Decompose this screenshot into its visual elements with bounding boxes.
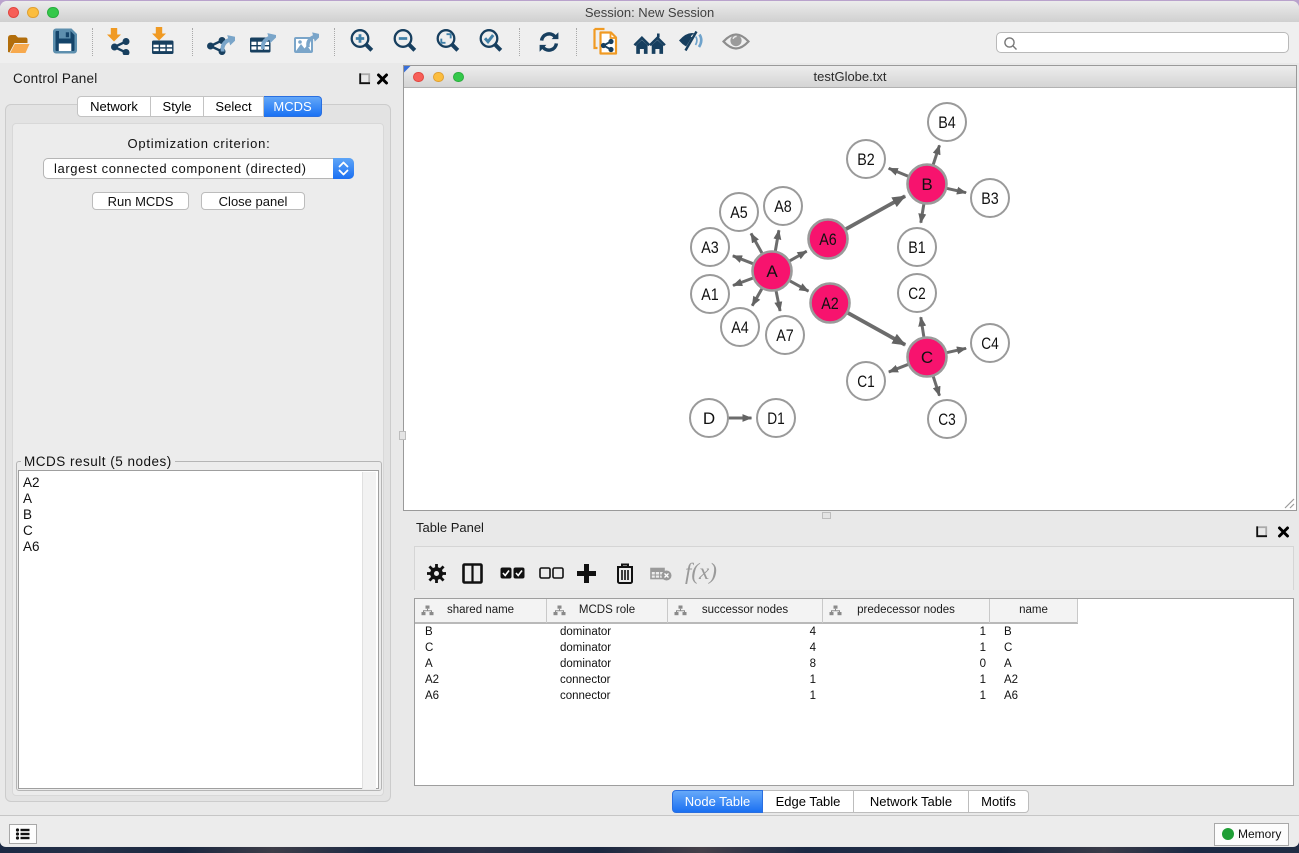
svg-text:C4: C4 (981, 334, 999, 353)
svg-text:A5: A5 (730, 203, 748, 222)
svg-text:B3: B3 (981, 189, 999, 208)
svg-text:B4: B4 (938, 113, 956, 132)
svg-text:A2: A2 (821, 294, 839, 313)
svg-text:D: D (703, 409, 715, 428)
svg-text:A6: A6 (819, 230, 837, 249)
svg-text:B1: B1 (908, 238, 926, 257)
svg-text:A: A (766, 262, 778, 281)
svg-text:A8: A8 (774, 197, 792, 216)
svg-text:D1: D1 (767, 409, 785, 428)
svg-text:C2: C2 (908, 284, 926, 303)
svg-text:A3: A3 (701, 238, 719, 257)
svg-text:C3: C3 (938, 410, 956, 429)
svg-text:A4: A4 (731, 318, 749, 337)
svg-text:A7: A7 (776, 326, 794, 345)
svg-text:B2: B2 (857, 150, 875, 169)
svg-text:C1: C1 (857, 372, 875, 391)
svg-text:C: C (921, 348, 933, 367)
svg-text:A1: A1 (701, 285, 719, 304)
svg-text:B: B (921, 175, 932, 194)
